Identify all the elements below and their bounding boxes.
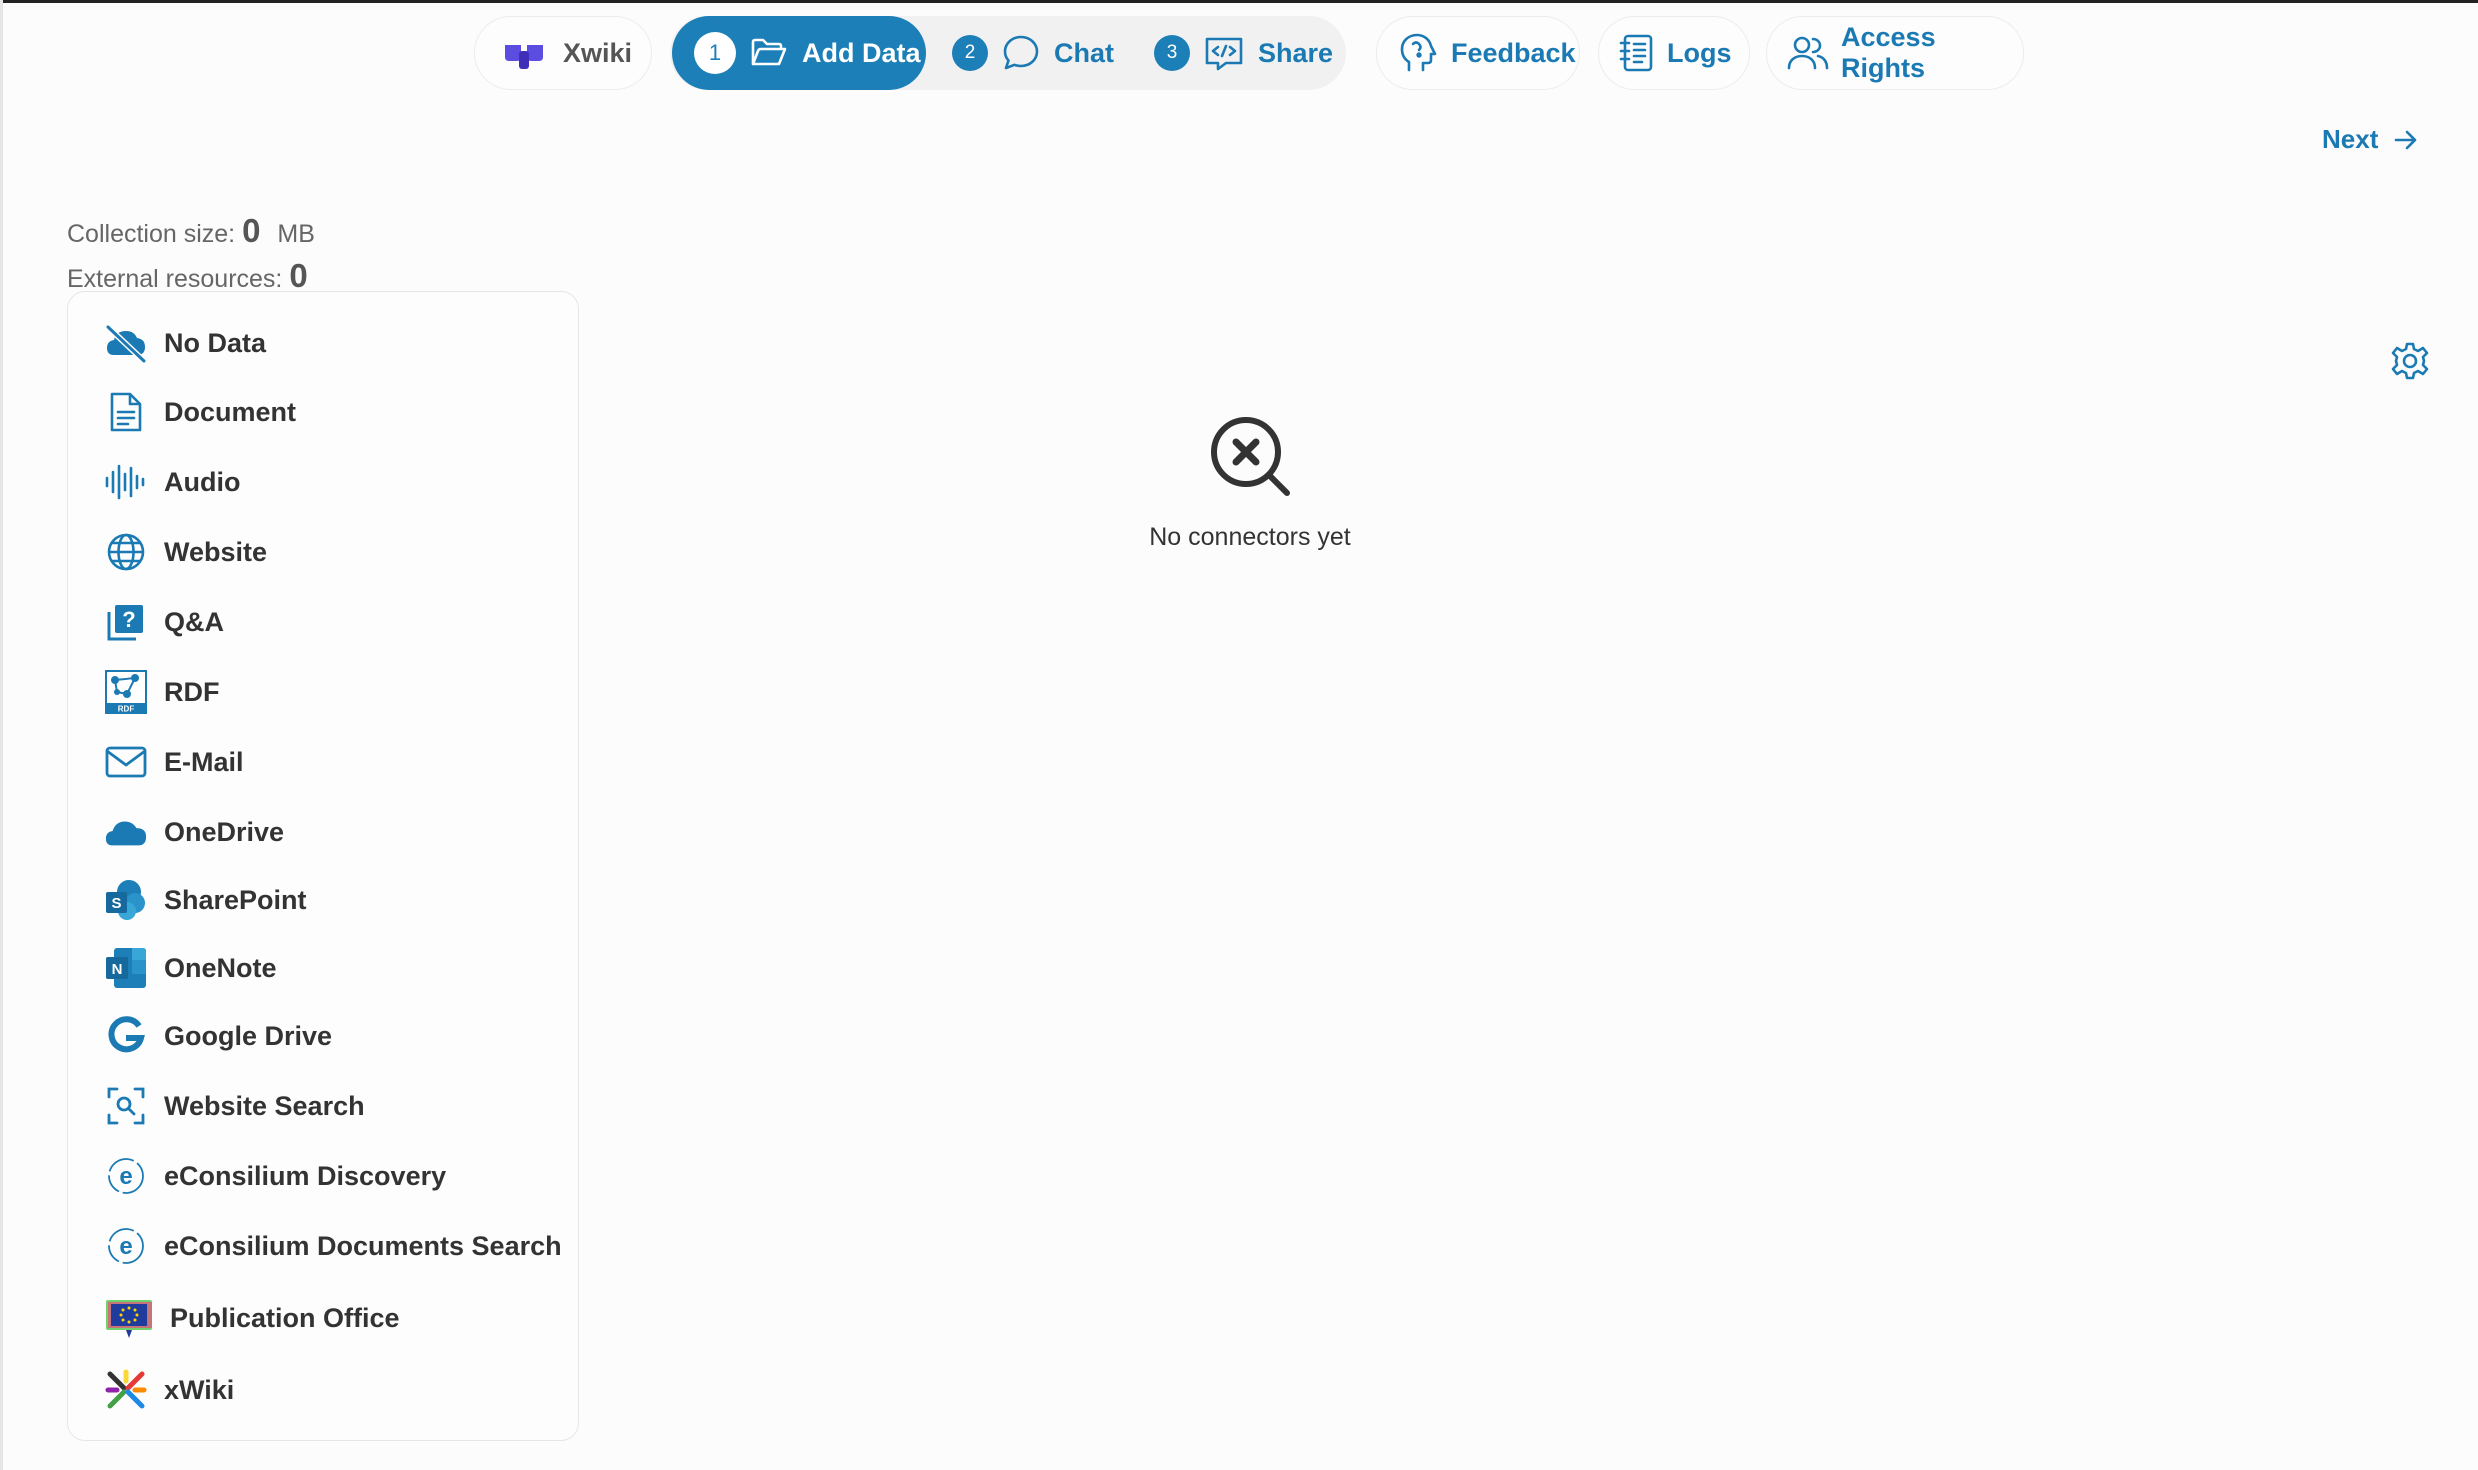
app-name: Xwiki — [563, 37, 633, 68]
step-label: Chat — [1054, 37, 1114, 68]
access-rights-label: Access Rights — [1841, 22, 1936, 83]
folder-open-icon — [751, 38, 787, 66]
svg-text:?: ? — [122, 607, 135, 632]
source-sharepoint[interactable]: S SharePoint — [104, 871, 307, 929]
access-rights-button[interactable]: Access Rights — [1766, 16, 2024, 90]
source-label: eConsilium Documents Search — [164, 1230, 562, 1261]
svg-text:S: S — [111, 895, 121, 912]
step-chat[interactable]: 2 Chat — [952, 16, 1114, 90]
step-label: Add Data — [802, 37, 921, 68]
source-email[interactable]: E-Mail — [104, 733, 244, 791]
source-rdf[interactable]: RDF RDF — [104, 663, 220, 721]
google-icon — [104, 1014, 148, 1058]
publication-office-icon — [104, 1296, 154, 1340]
source-website[interactable]: Website — [104, 523, 267, 581]
app-logo-icon — [505, 45, 543, 69]
next-label: Next — [2322, 124, 2379, 154]
source-xwiki[interactable]: xWiki — [104, 1361, 234, 1419]
users-icon — [1787, 36, 1829, 70]
sharepoint-icon: S — [104, 878, 148, 922]
svg-text:e: e — [119, 1163, 132, 1190]
gear-icon — [2391, 342, 2429, 380]
source-no-data[interactable]: No Data — [104, 314, 266, 372]
logs-label: Logs — [1667, 37, 1732, 68]
source-label: E-Mail — [164, 746, 244, 777]
data-source-list: No Data Document Audio Website ? Q&A RDF… — [67, 291, 579, 1441]
source-label: Document — [164, 396, 297, 427]
step-share[interactable]: 3 Share — [1154, 16, 1333, 90]
empty-state: No connectors yet — [1100, 414, 1400, 552]
source-label: OneDrive — [164, 816, 285, 847]
audio-waveform-icon — [104, 460, 148, 504]
source-label: eConsilium Discovery — [164, 1160, 447, 1191]
chat-bubble-icon — [1003, 35, 1039, 70]
step-navigator: 1 Add Data 2 Chat 3 Share — [670, 16, 1346, 90]
arrow-right-icon — [2395, 130, 2417, 149]
empty-state-message: No connectors yet — [1149, 523, 1351, 551]
svg-text:e: e — [119, 1233, 132, 1260]
window-top-border — [0, 0, 2478, 3]
source-econsilium-documents-search[interactable]: e eConsilium Documents Search — [104, 1217, 562, 1275]
feedback-button[interactable]: Feedback — [1376, 16, 1580, 90]
rdf-icon: RDF — [104, 670, 148, 714]
step-add-data[interactable]: 1 Add Data — [672, 16, 926, 90]
cloud-off-icon — [104, 321, 148, 365]
next-button[interactable]: Next — [2322, 124, 2418, 155]
search-x-icon — [1211, 417, 1290, 496]
window-left-border — [0, 0, 3, 1470]
settings-button[interactable] — [2390, 341, 2430, 386]
source-qa[interactable]: ? Q&A — [104, 593, 224, 651]
source-label: Google Drive — [164, 1020, 333, 1051]
collection-size-value: 0 — [242, 212, 261, 249]
source-label: Audio — [164, 466, 241, 497]
source-document[interactable]: Document — [104, 383, 296, 441]
source-onenote[interactable]: N OneNote — [104, 939, 277, 997]
source-econsilium-discovery[interactable]: e eConsilium Discovery — [104, 1147, 446, 1205]
onenote-icon: N — [104, 946, 148, 990]
onedrive-icon — [104, 810, 148, 854]
source-label: Publication Office — [170, 1302, 400, 1333]
source-onedrive[interactable]: OneDrive — [104, 803, 284, 861]
step-label: Share — [1258, 37, 1334, 68]
svg-text:N: N — [112, 961, 123, 978]
source-audio[interactable]: Audio — [104, 453, 240, 511]
step-number: 3 — [1154, 35, 1190, 71]
document-icon — [104, 390, 148, 434]
source-label: RDF — [164, 676, 220, 707]
source-label: Q&A — [164, 606, 224, 637]
external-resources-value: 0 — [289, 257, 308, 294]
step-number: 1 — [694, 32, 736, 74]
collection-size-unit: MB — [277, 220, 315, 248]
svg-text:RDF: RDF — [118, 705, 135, 714]
source-google-drive[interactable]: Google Drive — [104, 1007, 332, 1065]
globe-icon — [104, 530, 148, 574]
external-resources-label: External resources: — [67, 265, 283, 293]
econsilium-icon: e — [104, 1154, 148, 1198]
source-label: xWiki — [164, 1374, 235, 1405]
source-label: No Data — [164, 327, 267, 358]
source-website-search[interactable]: Website Search — [104, 1077, 365, 1135]
embed-code-icon — [1205, 37, 1243, 71]
logs-button[interactable]: Logs — [1598, 16, 1750, 90]
feedback-label: Feedback — [1451, 37, 1576, 68]
feedback-head-icon — [1400, 33, 1437, 72]
source-label: Website — [164, 536, 268, 567]
collection-stats: Collection size: 0 MB External resources… — [67, 210, 315, 300]
source-label: OneNote — [164, 952, 277, 983]
collection-size-label: Collection size: — [67, 220, 236, 248]
source-label: SharePoint — [164, 884, 307, 915]
source-publication-office[interactable]: Publication Office — [104, 1289, 400, 1347]
notebook-icon — [1619, 34, 1653, 72]
econsilium-icon: e — [104, 1224, 148, 1268]
step-number: 2 — [952, 35, 988, 71]
question-icon: ? — [104, 600, 148, 644]
collection-size: Collection size: 0 MB — [67, 210, 315, 255]
website-search-icon — [104, 1084, 148, 1128]
app-switcher-button[interactable]: Xwiki — [474, 16, 652, 90]
top-navigation: Xwiki 1 Add Data 2 Chat 3 Share Feedback… — [0, 16, 2478, 90]
xwiki-icon — [104, 1368, 148, 1412]
source-label: Website Search — [164, 1090, 365, 1121]
mail-icon — [104, 740, 148, 784]
